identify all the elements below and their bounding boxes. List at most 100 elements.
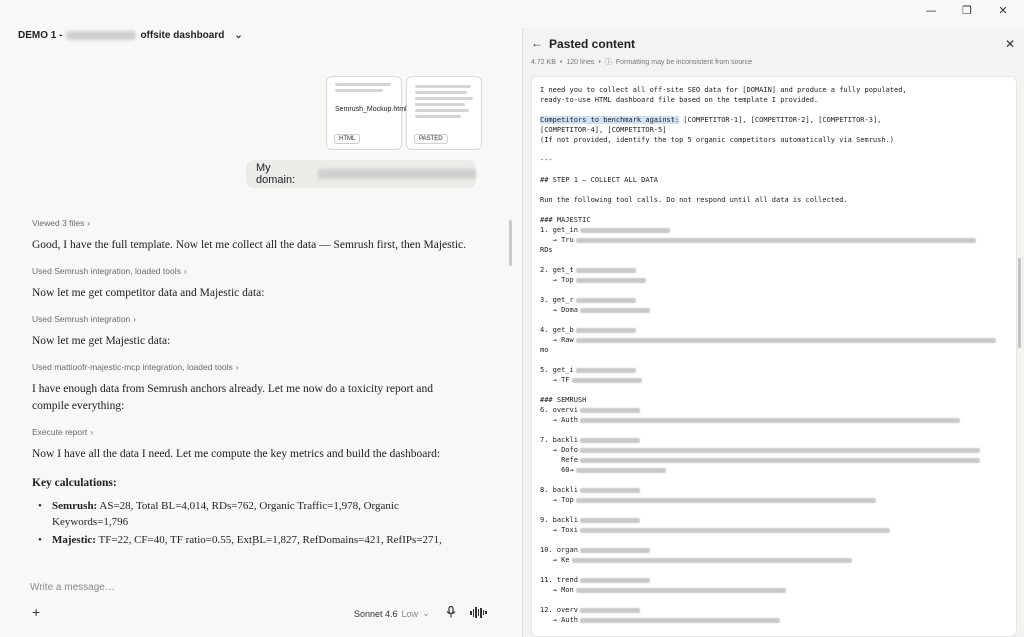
redacted-text — [579, 487, 640, 493]
step-text: Now let me get Majestic data: — [32, 335, 171, 347]
document-line: → Top — [540, 275, 1016, 285]
document-line: --- — [540, 156, 553, 164]
redacted-text — [579, 547, 650, 553]
redacted-title — [66, 31, 137, 40]
document-line: → Auth — [540, 615, 1016, 625]
assistant-response: Viewed 3 files › Good, I have the full te… — [32, 218, 472, 550]
minimize-button[interactable]: — — [924, 4, 938, 17]
redacted-text — [571, 377, 642, 383]
document-line: 9. backli — [540, 515, 1016, 525]
document-line: 6. overvi — [540, 405, 1016, 415]
attachment-card-html[interactable]: Semrush_Mockup.html HTML — [326, 76, 407, 150]
pasted-content-panel: ← Pasted content ✕ 4.72 KB • 120 lines •… — [522, 28, 1024, 637]
document-line: → Mon — [540, 585, 1016, 595]
document-line: 60→ — [540, 465, 1016, 475]
document-line: 4. get_b — [540, 325, 1016, 335]
document-line: → Dofo — [540, 445, 1016, 455]
window-controls: — ❐ ✕ — [924, 4, 1010, 17]
document-line: Run the following tool calls. Do not res… — [540, 196, 848, 204]
redacted-text — [575, 267, 636, 273]
attachment-tag: PASTED — [414, 134, 448, 144]
step-meta[interactable]: Used Semrush integration, loaded tools › — [32, 266, 472, 276]
file-size: 4.72 KB — [531, 58, 556, 66]
document-line: 10. organ — [540, 545, 1016, 555]
window-close-button[interactable]: ✕ — [996, 4, 1010, 17]
microphone-icon[interactable] — [446, 606, 456, 618]
redacted-text — [579, 307, 650, 313]
redacted-text — [579, 437, 640, 443]
step-meta[interactable]: Viewed 3 files › — [32, 218, 472, 228]
step-text: I have enough data from Semrush anchors … — [32, 383, 433, 412]
line-count: 120 lines — [566, 58, 595, 66]
redacted-text — [575, 587, 786, 593]
document-line: ### MAJESTIC — [540, 216, 591, 224]
step-meta[interactable]: Used mattioofr-majestic-mcp integration,… — [32, 362, 472, 372]
back-arrow-icon[interactable]: ← — [531, 36, 543, 50]
document-line: 12. overv — [540, 605, 1016, 615]
document-line: 11. trend — [540, 575, 1016, 585]
redacted-text — [575, 297, 636, 303]
document-line: 5. get_i — [540, 365, 1016, 375]
plus-icon[interactable]: + — [32, 604, 40, 620]
document-line: 3. get_r — [540, 295, 1016, 305]
composer: Write a message… + Sonnet 4.6 Low ⌄ — [22, 572, 494, 632]
redacted-text — [579, 527, 890, 533]
document-line: 2. get_t — [540, 265, 1016, 275]
redacted-text — [575, 327, 636, 333]
chevron-down-icon: ⌄ — [422, 608, 430, 618]
redacted-text — [579, 607, 640, 613]
redacted-text — [575, 367, 636, 373]
scrollbar[interactable] — [1018, 258, 1021, 348]
redacted-text — [575, 337, 996, 343]
step-text: Now I have all the data I need. Let me c… — [32, 448, 441, 460]
redacted-text — [579, 227, 670, 233]
chevron-right-icon: › — [90, 427, 94, 437]
document-line: ## STEP 1 — COLLECT ALL DATA — [540, 176, 659, 184]
document-line: I need you to collect all off-site SEO d… — [540, 86, 907, 94]
redacted-text — [575, 237, 976, 243]
redacted-text — [575, 467, 666, 473]
document-line: → Top — [540, 495, 1016, 505]
document-line: → Auth — [540, 415, 1016, 425]
step-meta[interactable]: Execute report › — [32, 427, 472, 437]
model-name: Sonnet 4.6 — [354, 608, 398, 619]
redacted-text — [579, 417, 960, 423]
effort-level: Low — [401, 608, 419, 619]
voice-mode-icon[interactable] — [470, 607, 487, 618]
close-icon[interactable]: ✕ — [1005, 37, 1015, 51]
document-line: Competitors to benchmark against: [COMPE… — [540, 116, 882, 124]
chevron-right-icon: › — [235, 362, 239, 372]
redacted-text — [575, 277, 646, 283]
chevron-down-icon[interactable]: ⌄ — [234, 30, 242, 41]
conversation-pane: DEMO 1 - offsite dashboard ⌄ Semrush_Moc… — [0, 0, 515, 637]
redacted-text — [571, 557, 852, 563]
document-line: → Doma — [540, 305, 1016, 315]
document-line: ready-to-use HTML dashboard file based o… — [540, 96, 819, 104]
chevron-right-icon: › — [87, 218, 91, 228]
attachment-preview — [335, 83, 395, 103]
panel-meta: 4.72 KB • 120 lines • ⓘ Formatting may b… — [531, 58, 753, 67]
message-input[interactable]: Write a message… — [30, 582, 115, 593]
document-line: → TF — [540, 375, 1016, 385]
attachment-tag: HTML — [334, 134, 361, 144]
redacted-text — [575, 497, 876, 503]
scroll-down-icon[interactable]: ↓ — [251, 536, 257, 548]
conversation-title[interactable]: DEMO 1 - offsite dashboard ⌄ — [18, 30, 243, 41]
step-text: Now let me get competitor data and Majes… — [32, 287, 265, 299]
model-selector[interactable]: Sonnet 4.6 Low ⌄ — [354, 608, 430, 619]
document-line: → Ke — [540, 555, 1016, 565]
step-meta[interactable]: Used Semrush integration › — [32, 314, 472, 324]
redacted-text — [579, 617, 780, 623]
attachment-filename: Semrush_Mockup.html — [335, 106, 407, 113]
scrollbar[interactable] — [509, 220, 512, 266]
attachment-card-pasted[interactable]: PASTED — [406, 76, 482, 150]
restore-button[interactable]: ❐ — [960, 4, 974, 17]
pasted-document[interactable]: I need you to collect all off-site SEO d… — [531, 76, 1017, 637]
